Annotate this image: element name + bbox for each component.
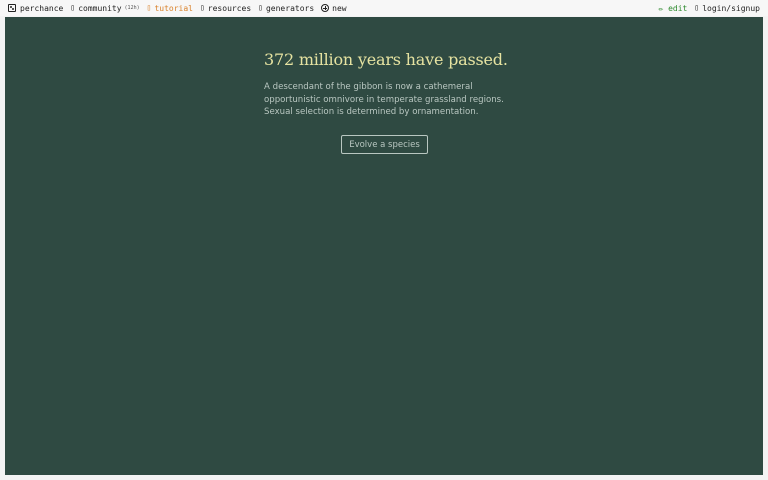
grid-icon: ▯ xyxy=(258,3,263,12)
login-signup-link[interactable]: ▯ login/signup xyxy=(694,4,760,13)
nav-new[interactable]: new xyxy=(321,3,347,13)
nav-tutorial[interactable]: ▯ tutorial xyxy=(147,4,193,13)
plus-circle-icon xyxy=(321,4,330,12)
folder-icon: ▯ xyxy=(199,3,205,12)
nav-right: ✏ edit ▯ login/signup xyxy=(658,4,760,13)
nav-community[interactable]: ▯ community (12h) xyxy=(70,4,139,13)
nav-perchance-label: perchance xyxy=(20,3,64,13)
nav-new-label: new xyxy=(332,3,347,13)
user-icon: ▯ xyxy=(694,3,700,12)
result-content: 372 million years have passed. A descend… xyxy=(264,50,524,119)
book-icon: ▯ xyxy=(146,3,152,12)
nav-perchance[interactable]: perchance xyxy=(8,4,63,13)
nav-resources-label: resources xyxy=(207,3,252,13)
edit-link[interactable]: ✏ edit xyxy=(658,4,687,13)
chat-icon: ▯ xyxy=(70,3,76,12)
nav-resources[interactable]: ▯ resources xyxy=(200,4,251,13)
dice-icon xyxy=(8,4,16,12)
species-description: A descendant of the gibbon is now a cath… xyxy=(264,82,504,118)
nav-community-label: community xyxy=(78,3,122,13)
nav-tutorial-label: tutorial xyxy=(154,3,193,13)
nav-left: perchance ▯ community (12h) ▯ tutorial ▯… xyxy=(8,4,354,13)
nav-generators-label: generators xyxy=(265,3,315,13)
evolve-species-button[interactable]: Evolve a species xyxy=(341,135,428,154)
nav-generators[interactable]: ▯ generators xyxy=(258,4,314,13)
headline: 372 million years have passed. xyxy=(264,50,508,69)
generator-frame: 372 million years have passed. A descend… xyxy=(5,17,763,475)
login-signup-label: login/signup xyxy=(702,3,760,13)
community-badge: (12h) xyxy=(124,5,140,11)
top-nav-bar: perchance ▯ community (12h) ▯ tutorial ▯… xyxy=(0,0,768,16)
